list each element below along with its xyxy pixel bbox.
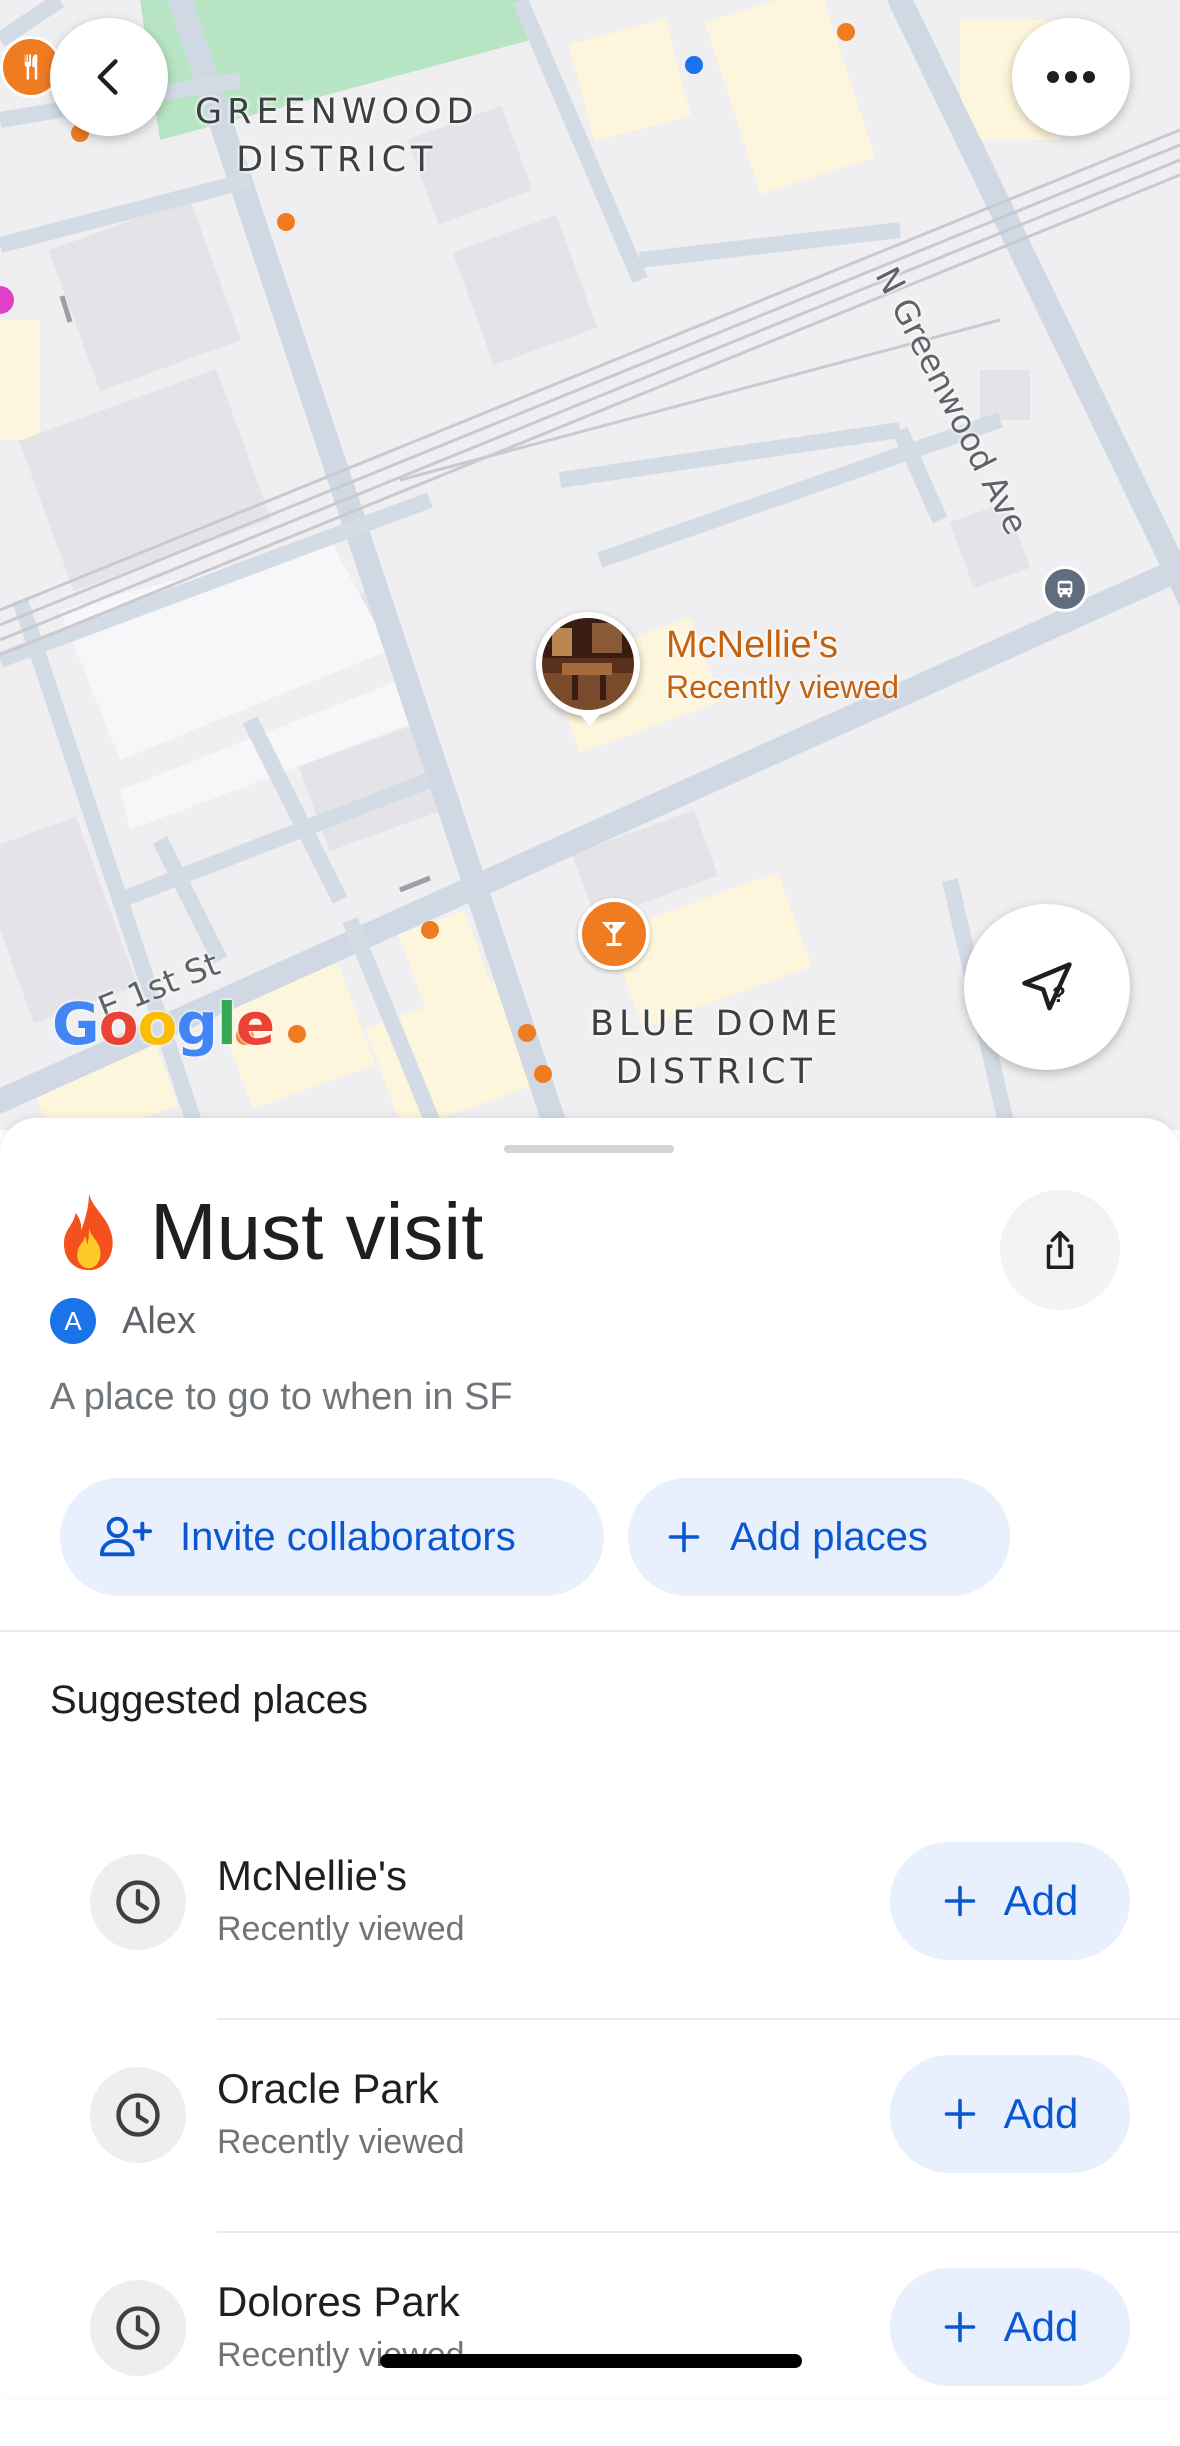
drag-handle[interactable]	[504, 1145, 674, 1153]
share-icon	[1046, 1231, 1074, 1269]
greenwood-district-label: GREENWOOD DISTRICT	[195, 92, 479, 180]
list-description: A place to go to when in SF	[50, 1376, 513, 1418]
share-button[interactable]	[1000, 1190, 1120, 1310]
mcnellies-map-label[interactable]: McNellie's Recently viewed	[666, 624, 899, 706]
home-indicator[interactable]	[380, 2354, 802, 2368]
suggested-place-row[interactable]: Dolores Park Recently viewed Add	[0, 2234, 1180, 2446]
place-status: Recently viewed	[217, 2123, 465, 2161]
mcnellies-photo-pin[interactable]	[536, 612, 640, 716]
google-logo: Google	[52, 990, 275, 1058]
list-title-row: Must visit	[50, 1186, 483, 1278]
owner-name: Alex	[122, 1299, 196, 1342]
clock-icon	[90, 1854, 186, 1950]
map-view[interactable]: GREENWOOD DISTRICT BLUE DOME DISTRICT N …	[0, 0, 1180, 1130]
avatar: A	[50, 1298, 96, 1344]
svg-text:?: ?	[1052, 982, 1066, 1007]
add-label: Add	[1003, 1877, 1079, 1924]
invite-collaborators-label: Invite collaborators	[180, 1514, 516, 1559]
cocktail-icon[interactable]	[578, 898, 650, 970]
restaurant-photo	[542, 618, 634, 710]
blue-dome-district-label: BLUE DOME DISTRICT	[590, 1004, 843, 1092]
place-name: McNellie's	[217, 1852, 408, 1899]
location-arrow-question-icon: ?	[1022, 962, 1072, 1011]
plus-icon	[666, 1519, 702, 1555]
add-places-button[interactable]: Add places	[628, 1478, 1010, 1596]
row-divider	[217, 2231, 1180, 2233]
list-title: Must visit	[150, 1187, 484, 1276]
place-status: Recently viewed	[217, 1910, 465, 1948]
suggested-place-row[interactable]: Oracle Park Recently viewed Add	[0, 2021, 1180, 2233]
add-place-button[interactable]: Add	[890, 2268, 1130, 2386]
place-name: Dolores Park	[217, 2278, 460, 2325]
back-button[interactable]	[50, 18, 168, 136]
my-location-button[interactable]: ?	[964, 904, 1130, 1070]
plus-icon	[944, 2311, 975, 2343]
add-label: Add	[1003, 2090, 1079, 2137]
list-owner: A Alex	[50, 1298, 196, 1344]
bus-icon[interactable]	[1042, 566, 1088, 612]
suggested-place-row[interactable]: McNellie's Recently viewed Add	[0, 1808, 1180, 2020]
add-place-button[interactable]: Add	[890, 2055, 1130, 2173]
more-options-button[interactable]	[1012, 18, 1130, 136]
add-places-label: Add places	[730, 1514, 928, 1559]
place-name: Oracle Park	[217, 2065, 439, 2112]
add-label: Add	[1003, 2303, 1079, 2350]
list-bottom-sheet[interactable]: Must visit A Alex A place to go to when …	[0, 1118, 1180, 2396]
section-divider	[0, 1630, 1180, 1632]
plus-icon	[944, 2098, 975, 2130]
clock-icon	[90, 2280, 186, 2376]
chevron-left-icon	[97, 59, 118, 95]
invite-collaborators-button[interactable]: Invite collaborators	[60, 1478, 604, 1596]
add-place-button[interactable]: Add	[890, 1842, 1130, 1960]
row-divider	[217, 2018, 1180, 2020]
add-person-icon	[98, 1515, 152, 1559]
pin-pointer	[578, 712, 602, 726]
clock-icon	[90, 2067, 186, 2163]
plus-icon	[944, 1885, 975, 1917]
fire-icon	[63, 1193, 113, 1271]
suggested-places-heading: Suggested places	[50, 1678, 369, 1722]
more-horiz-icon	[1047, 71, 1095, 83]
